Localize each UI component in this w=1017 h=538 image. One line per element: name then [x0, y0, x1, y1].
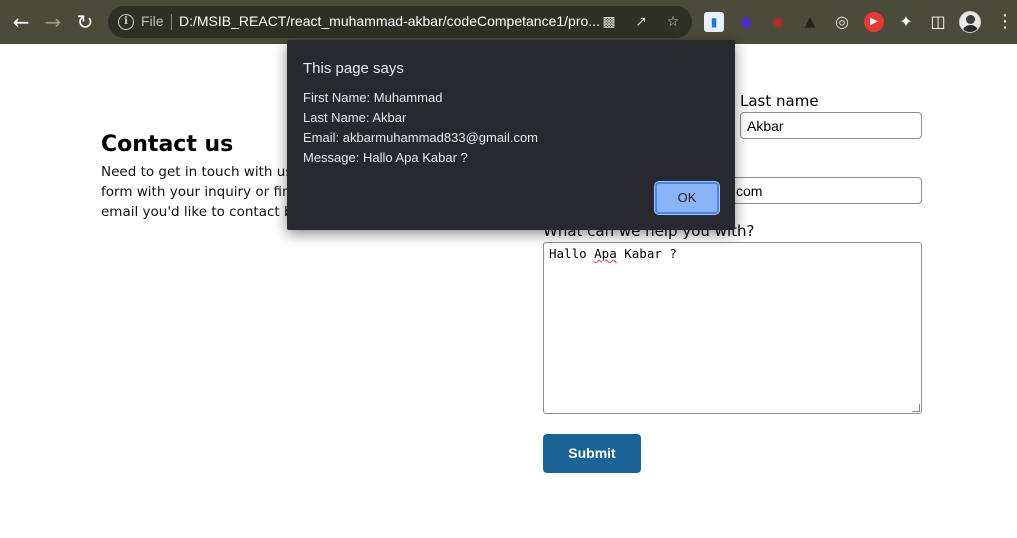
- last-name-label: Last name: [740, 92, 819, 110]
- dialog-first-name: First Name: Muhammad: [303, 90, 443, 105]
- translate-icon[interactable]: ▩: [600, 13, 618, 31]
- dialog-message: Message: Hallo Apa Kabar ?: [303, 150, 468, 165]
- target-extension-icon[interactable]: ◎: [832, 12, 852, 32]
- browser-toolbar: ← → ↻ i File D:/MSIB_REACT/react_muhamma…: [0, 0, 1017, 44]
- contact-desc-line: Need to get in touch with us?: [101, 164, 291, 180]
- address-divider: [171, 14, 172, 30]
- docs-extension-icon[interactable]: ▮: [704, 12, 724, 32]
- dialog-last-name: Last Name: Akbar: [303, 110, 407, 125]
- url-text[interactable]: D:/MSIB_REACT/react_muhammad-akbar/codeC…: [179, 13, 599, 29]
- bookmark-star-icon[interactable]: ☆: [664, 13, 682, 31]
- profile-avatar[interactable]: [959, 11, 981, 33]
- contact-description: Need to get in touch with us? form with …: [101, 162, 291, 222]
- message-text-start: Hallo: [549, 246, 595, 261]
- eye-extension-icon[interactable]: ◉: [768, 12, 788, 32]
- address-bar[interactable]: i File D:/MSIB_REACT/react_muhammad-akba…: [108, 6, 692, 38]
- resize-handle[interactable]: [912, 404, 920, 412]
- extensions-puzzle-icon[interactable]: ✦: [896, 12, 916, 32]
- message-textarea[interactable]: Hallo Apa Kabar ?: [543, 242, 922, 414]
- ok-button[interactable]: OK: [654, 181, 720, 215]
- message-text-misspelled: Apa: [594, 246, 617, 261]
- email-input-visible-text: com: [736, 183, 763, 199]
- share-icon[interactable]: ↗: [632, 13, 650, 31]
- alert-dialog: This page says First Name: Muhammad Last…: [287, 40, 735, 230]
- last-name-input[interactable]: Akbar: [740, 112, 922, 139]
- reload-icon[interactable]: ↻: [73, 10, 97, 34]
- contact-title: Contact us: [101, 132, 234, 157]
- file-scheme-label: File: [141, 13, 164, 29]
- info-icon[interactable]: i: [118, 14, 134, 30]
- contact-desc-line: form with your inquiry or find: [101, 184, 291, 200]
- side-panel-icon[interactable]: ◫: [928, 12, 948, 32]
- dialog-email: Email: akbarmuhammad833@gmail.com: [303, 130, 539, 145]
- layers-extension-icon[interactable]: ◆: [736, 12, 756, 32]
- youtube-extension-icon[interactable]: ▶: [864, 12, 884, 32]
- ninja-extension-icon[interactable]: ▲: [800, 12, 820, 32]
- message-text-end: Kabar ?: [616, 246, 677, 261]
- contact-desc-line: email you'd like to contact be: [101, 204, 291, 220]
- back-arrow-icon[interactable]: ←: [9, 10, 33, 34]
- browser-menu-icon[interactable]: ⋮: [996, 12, 1014, 32]
- forward-arrow-icon[interactable]: →: [41, 10, 65, 34]
- dialog-title: This page says: [303, 60, 404, 77]
- submit-button[interactable]: Submit: [543, 434, 641, 473]
